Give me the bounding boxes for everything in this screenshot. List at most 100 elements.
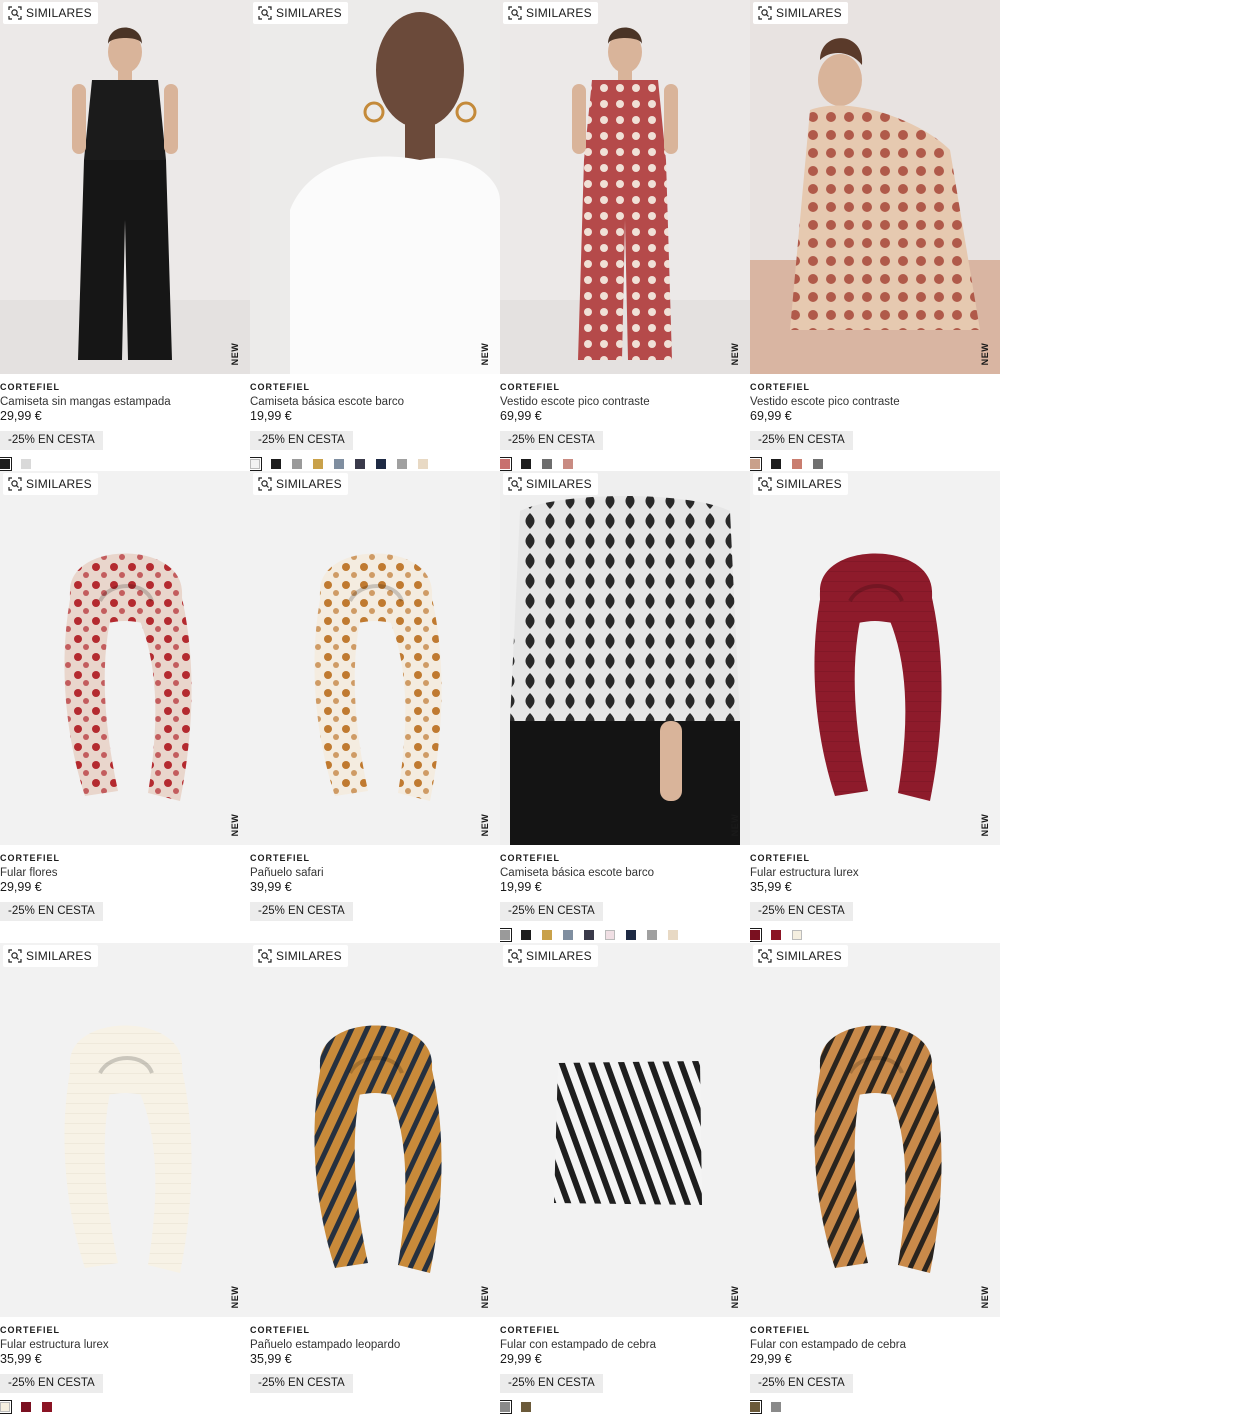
product-name[interactable]: Fular estructura lurex — [750, 866, 1000, 880]
similar-button[interactable]: SIMILARES — [253, 2, 348, 24]
new-badge: NEW — [980, 342, 990, 366]
product-name[interactable]: Camiseta básica escote barco — [500, 866, 750, 880]
color-swatch[interactable] — [0, 1399, 12, 1414]
similar-button[interactable]: SIMILARES — [753, 2, 848, 24]
product-image[interactable] — [500, 0, 750, 374]
similar-button[interactable]: SIMILARES — [253, 473, 348, 496]
similar-button[interactable]: SIMILARES — [3, 944, 98, 967]
color-swatch[interactable] — [668, 930, 678, 941]
color-swatch[interactable] — [418, 459, 428, 469]
color-swatch[interactable] — [355, 459, 365, 469]
product-name[interactable]: Pañuelo safari — [250, 866, 500, 880]
color-swatch[interactable] — [521, 1401, 531, 1412]
color-swatch[interactable] — [563, 930, 573, 941]
color-swatch[interactable] — [605, 930, 615, 941]
color-swatch[interactable] — [292, 459, 302, 469]
color-swatch[interactable] — [626, 930, 636, 941]
similar-button[interactable]: SIMILARES — [503, 473, 598, 496]
color-swatch[interactable] — [376, 459, 386, 469]
product-card[interactable]: SIMILARES NEW CORTEFIEL Fular con estamp… — [500, 942, 750, 1414]
product-card[interactable]: SIMILARES NEW CORTEFIEL Camiseta básica … — [250, 0, 500, 471]
product-image[interactable] — [250, 942, 500, 1317]
product-image[interactable] — [750, 0, 1000, 374]
color-swatch[interactable] — [647, 930, 657, 941]
product-price: 19,99 € — [250, 409, 292, 423]
color-swatch[interactable] — [313, 459, 323, 469]
product-name[interactable]: Fular estructura lurex — [0, 1338, 250, 1352]
color-swatch[interactable] — [771, 459, 781, 469]
product-price: 35,99 € — [0, 1351, 42, 1366]
product-image[interactable] — [250, 471, 500, 846]
product-name[interactable]: Fular con estampado de cebra — [750, 1338, 1000, 1352]
similar-button[interactable]: SIMILARES — [503, 2, 598, 24]
similar-button[interactable]: SIMILARES — [3, 473, 98, 496]
color-swatch[interactable] — [792, 459, 802, 469]
promo-badge: -25% EN CESTA — [0, 431, 103, 450]
product-name[interactable]: Vestido escote pico contraste — [500, 395, 750, 409]
color-swatch[interactable] — [250, 457, 262, 471]
product-card[interactable]: SIMILARES NEW CORTEFIEL Fular flores 29,… — [0, 471, 250, 942]
similar-button[interactable]: SIMILARES — [3, 2, 98, 24]
similar-label: SIMILARES — [776, 948, 842, 963]
product-card[interactable]: SIMILARES NEW CORTEFIEL Pañuelo safari 3… — [250, 471, 500, 942]
product-image[interactable] — [500, 471, 750, 846]
product-card[interactable]: SIMILARES NEW CORTEFIEL Fular con estamp… — [750, 942, 1000, 1414]
color-swatch[interactable] — [500, 1399, 512, 1414]
similar-button[interactable]: SIMILARES — [503, 944, 598, 967]
product-brand: CORTEFIEL — [0, 382, 60, 392]
color-swatch[interactable] — [21, 459, 31, 469]
product-info: CORTEFIEL Vestido escote pico contraste … — [500, 382, 750, 450]
color-swatch[interactable] — [813, 459, 823, 469]
color-swatch[interactable] — [271, 459, 281, 469]
color-swatch[interactable] — [21, 1401, 31, 1412]
color-swatch[interactable] — [563, 459, 573, 469]
color-swatch[interactable] — [542, 930, 552, 941]
color-swatch[interactable] — [750, 1399, 762, 1414]
color-swatch[interactable] — [792, 930, 802, 941]
product-name[interactable]: Pañuelo estampado leopardo — [250, 1338, 500, 1352]
product-name[interactable]: Camiseta sin mangas estampada — [0, 395, 250, 409]
color-swatch[interactable] — [584, 930, 594, 941]
similar-button[interactable]: SIMILARES — [253, 944, 348, 967]
product-image[interactable] — [750, 942, 1000, 1317]
color-swatch[interactable] — [334, 459, 344, 469]
color-swatch[interactable] — [500, 928, 512, 943]
similar-button[interactable]: SIMILARES — [753, 944, 848, 967]
color-swatch[interactable] — [500, 457, 512, 471]
product-card[interactable]: SIMILARES NEW CORTEFIEL Vestido escote p… — [750, 0, 1000, 471]
color-swatch[interactable] — [750, 928, 762, 943]
color-swatch[interactable] — [521, 930, 531, 941]
color-swatch[interactable] — [42, 1401, 52, 1412]
new-badge: NEW — [230, 342, 240, 366]
color-swatch[interactable] — [0, 457, 12, 471]
color-swatch[interactable] — [771, 1401, 781, 1412]
color-swatch[interactable] — [771, 930, 781, 941]
product-card[interactable]: SIMILARES NEW CORTEFIEL Camiseta sin man… — [0, 0, 250, 471]
product-image[interactable] — [250, 0, 500, 374]
color-swatch[interactable] — [521, 459, 531, 469]
color-swatch[interactable] — [397, 459, 407, 469]
product-card[interactable]: SIMILARES NEW CORTEFIEL Vestido escote p… — [500, 0, 750, 471]
promo-badge: -25% EN CESTA — [500, 431, 603, 450]
product-image[interactable] — [0, 942, 250, 1317]
similar-button[interactable]: SIMILARES — [753, 473, 848, 496]
product-card[interactable]: SIMILARES NEW CORTEFIEL Fular estructura… — [0, 942, 250, 1414]
product-card[interactable]: SIMILARES NEW CORTEFIEL Fular estructura… — [750, 471, 1000, 943]
promo-badge: -25% EN CESTA — [750, 902, 853, 922]
color-swatch[interactable] — [750, 457, 762, 471]
similar-label: SIMILARES — [26, 948, 92, 963]
product-name[interactable]: Fular flores — [0, 866, 250, 880]
product-image[interactable] — [750, 471, 1000, 846]
product-image[interactable] — [500, 942, 750, 1317]
color-swatch[interactable] — [542, 459, 552, 469]
product-name[interactable]: Camiseta básica escote barco — [250, 395, 500, 409]
product-name[interactable]: Fular con estampado de cebra — [500, 1338, 750, 1352]
visual-search-icon — [258, 477, 272, 491]
product-name[interactable]: Vestido escote pico contraste — [750, 395, 1000, 409]
product-image[interactable] — [0, 471, 250, 846]
product-card[interactable]: SIMILARES NEW CORTEFIEL Pañuelo estampad… — [250, 942, 500, 1414]
similar-label: SIMILARES — [26, 477, 92, 492]
product-brand: CORTEFIEL — [500, 382, 560, 392]
product-card[interactable]: SIMILARES NEW CORTEFIEL Camiseta básica … — [500, 471, 750, 943]
product-image[interactable] — [0, 0, 250, 374]
